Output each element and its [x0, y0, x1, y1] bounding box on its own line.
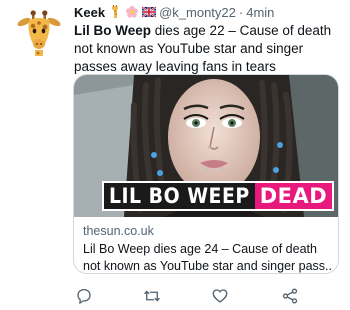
giraffe-avatar-icon	[17, 10, 61, 56]
retweet-button[interactable]	[142, 286, 162, 306]
banner-dead: DEAD	[254, 183, 333, 209]
card-title-line2: not known as YouTube star and singer pas…	[83, 259, 333, 273]
tweet-content: Keek @k_monty22 · 4min Lil Bo Weep dies …	[74, 3, 340, 76]
avatar[interactable]	[16, 10, 62, 56]
card-image: LIL BO WEEP DEAD	[74, 75, 338, 217]
author-name[interactable]: Keek	[74, 5, 105, 20]
tweet-actions	[74, 286, 324, 306]
headline-banner: LIL BO WEEP DEAD	[102, 181, 335, 211]
tweet[interactable]: Keek @k_monty22 · 4min Lil Bo Weep dies …	[0, 0, 350, 310]
retweet-icon	[144, 290, 160, 302]
share-button[interactable]	[280, 286, 300, 306]
giraffe-emoji-icon	[112, 5, 119, 18]
card-title-line1: Lil Bo Weep dies age 24 – Cause of death	[83, 242, 317, 256]
card-meta: thesun.co.uk Lil Bo Weep dies age 24 – C…	[83, 223, 333, 273]
reply-button[interactable]	[74, 286, 94, 306]
reply-icon	[77, 288, 91, 304]
like-icon	[212, 289, 228, 303]
separator-dot: ·	[238, 4, 244, 20]
card-domain: thesun.co.uk	[83, 224, 154, 238]
tweet-time[interactable]: 4min	[246, 5, 274, 20]
link-card[interactable]: LIL BO WEEP DEAD thesun.co.uk Lil Bo Wee…	[73, 74, 339, 274]
author-handle[interactable]: @k_monty22	[159, 5, 236, 20]
uk-flag-emoji-icon	[142, 6, 157, 18]
like-button[interactable]	[210, 286, 230, 306]
tweet-text: Lil Bo Weep dies age 22 – Cause of death…	[74, 22, 342, 76]
banner-name: LIL BO WEEP	[104, 183, 255, 209]
share-icon	[282, 288, 298, 304]
flower-emoji-icon	[126, 5, 139, 18]
tweet-header: Keek @k_monty22 · 4min	[74, 3, 340, 21]
tweet-text-bold: Lil Bo Weep	[74, 23, 152, 38]
